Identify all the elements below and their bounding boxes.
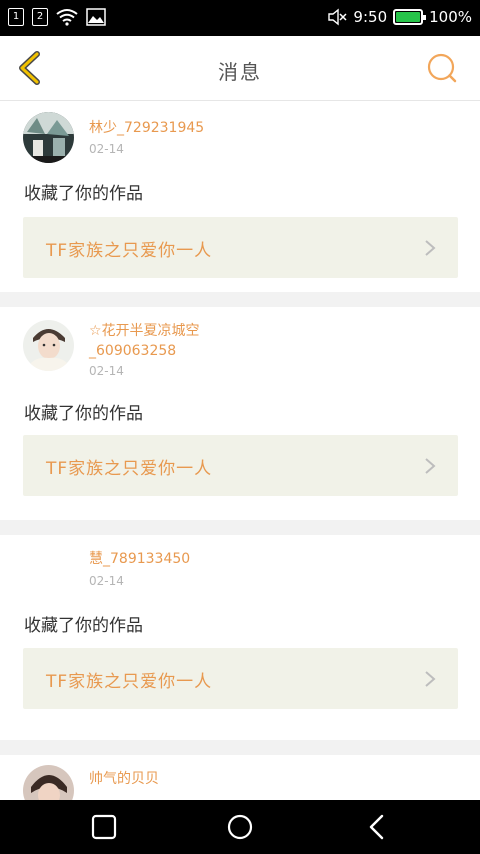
message-card: 帅气的贝贝 [0, 755, 480, 800]
card-divider [0, 740, 480, 755]
recent-apps-button[interactable] [89, 812, 119, 842]
work-title: TF家族之只爱你一人 [46, 672, 213, 692]
page-title: 消息 [218, 60, 262, 84]
card-divider [0, 292, 480, 307]
avatar[interactable] [23, 765, 74, 800]
chevron-right-icon [425, 240, 436, 256]
post-date: 02-14 [89, 574, 124, 588]
work-link[interactable]: TF家族之只爱你一人 [23, 648, 458, 709]
battery-fill [396, 12, 421, 22]
image-icon [86, 8, 106, 26]
avatar[interactable] [23, 545, 74, 596]
chevron-right-icon [425, 671, 436, 687]
action-text: 收藏了你的作品 [24, 616, 143, 636]
status-left: 1 2 [8, 8, 106, 26]
battery-percent: 100% [429, 8, 472, 26]
chevron-right-icon [425, 458, 436, 474]
system-nav-bar [0, 800, 480, 854]
sim2-icon: 2 [32, 8, 48, 26]
message-card: 林少_729231945 02-14 收藏了你的作品 TF家族之只爱你一人 [0, 102, 480, 292]
nav-back-button[interactable] [362, 812, 392, 842]
message-card: 慧_789133450 02-14 收藏了你的作品 TF家族之只爱你一人 [0, 535, 480, 740]
work-title: TF家族之只爱你一人 [46, 241, 213, 261]
work-link[interactable]: TF家族之只爱你一人 [23, 217, 458, 278]
action-text: 收藏了你的作品 [24, 184, 143, 204]
message-list[interactable]: 林少_729231945 02-14 收藏了你的作品 TF家族之只爱你一人 ☆花… [0, 102, 480, 800]
nav-bar: 消息 [0, 36, 480, 101]
status-right: 9:50 100% [327, 8, 472, 26]
user-name[interactable]: 帅气的贝贝 [89, 769, 269, 789]
status-bar: 1 2 9:50 100% [0, 0, 480, 36]
screen: 1 2 9:50 100% 消息 林少_729231945 02-14 收藏了你… [0, 0, 480, 854]
post-date: 02-14 [89, 364, 124, 378]
card-divider [0, 520, 480, 535]
user-name[interactable]: ☆花开半夏凉城空_609063258 [89, 321, 269, 361]
mute-icon [328, 8, 347, 26]
user-name[interactable]: 慧_789133450 [89, 549, 269, 569]
avatar[interactable] [23, 320, 74, 371]
wifi-icon [56, 9, 78, 26]
message-card: ☆花开半夏凉城空_609063258 02-14 收藏了你的作品 TF家族之只爱… [0, 307, 480, 520]
home-button[interactable] [225, 812, 255, 842]
action-text: 收藏了你的作品 [24, 404, 143, 424]
work-title: TF家族之只爱你一人 [46, 459, 213, 479]
search-button[interactable] [424, 50, 460, 86]
battery-icon [393, 9, 427, 25]
user-name[interactable]: 林少_729231945 [89, 118, 269, 138]
avatar[interactable] [23, 112, 74, 163]
sim1-icon: 1 [8, 8, 24, 26]
status-time: 9:50 [353, 8, 388, 26]
work-link[interactable]: TF家族之只爱你一人 [23, 435, 458, 496]
post-date: 02-14 [89, 142, 124, 156]
